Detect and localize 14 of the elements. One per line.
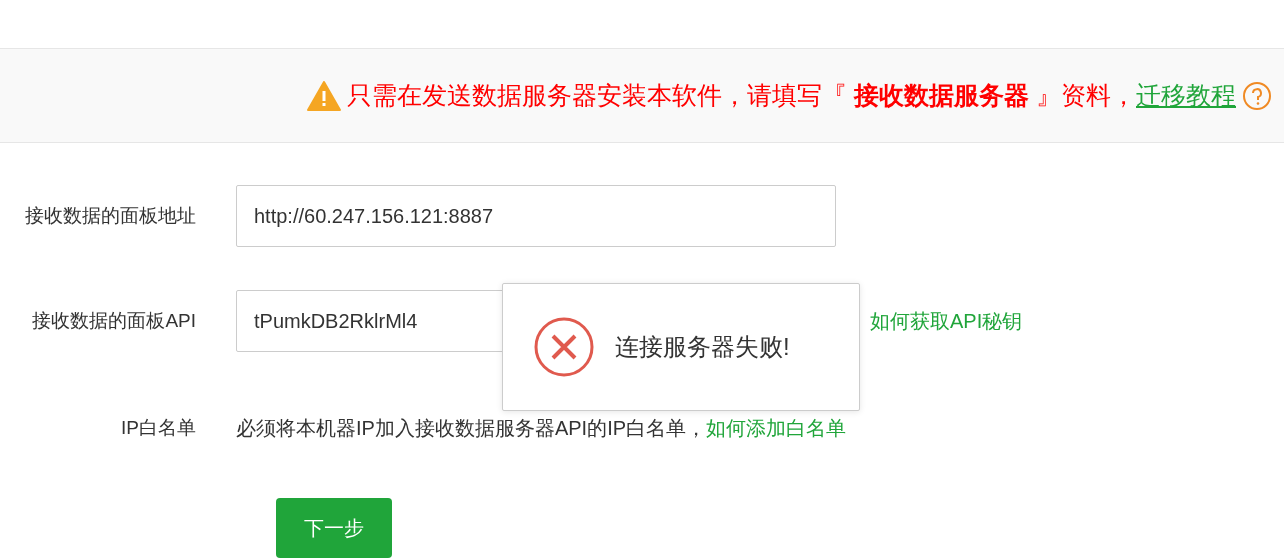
- field-label: 接收数据的面板地址: [24, 204, 197, 228]
- help-link[interactable]: 如何添加白名单: [706, 416, 847, 439]
- help-icon[interactable]: [1242, 80, 1272, 111]
- field-label: IP白名单: [120, 416, 197, 440]
- toast-message: 连接服务器失败!: [615, 332, 790, 362]
- error-icon: [533, 316, 595, 378]
- next-button[interactable]: 下一步: [276, 498, 392, 558]
- hint-text: 必须将本机器IP加入接收数据服务器API的IP白名单，如何添加白名单: [236, 415, 847, 441]
- tutorial-link[interactable]: 迁移教程: [1136, 81, 1236, 109]
- input-field[interactable]: http://60.247.156.121:8887: [236, 185, 836, 247]
- notice-text: 只需在发送数据服务器安装本软件，请填写『 接收数据服务器 』资料，迁移教程: [347, 80, 1236, 111]
- field-label: 接收数据的面板API: [31, 309, 197, 333]
- help-link[interactable]: 如何获取API秘钥: [870, 307, 1023, 335]
- warning-icon: [307, 80, 342, 111]
